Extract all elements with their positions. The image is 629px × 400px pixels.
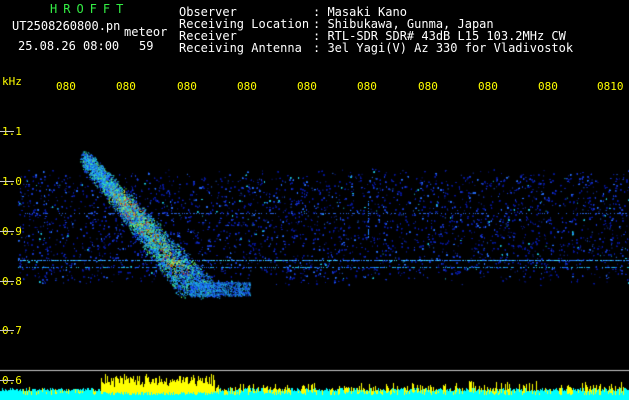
time-label-5: 080 — [297, 80, 317, 93]
time-label-9: 080 — [538, 80, 558, 93]
freq-tick-1-0 — [0, 181, 14, 182]
info-value-antenna: : 3el Yagi(V) Az 330 for Vladivostok — [313, 41, 574, 55]
freq-tick-0-6 — [0, 380, 14, 381]
time-label-1: 080 — [56, 80, 76, 93]
filename-suffix: meteor — [124, 25, 168, 39]
time-label-8: 080 — [478, 80, 498, 93]
freq-label-1-0: 1.0 — [2, 175, 22, 188]
time-label-6: 080 — [357, 80, 377, 93]
time-label-4: 080 — [237, 80, 257, 93]
freq-tick-1-1 — [0, 131, 14, 132]
freq-label-0-7: 0.7 — [2, 324, 22, 337]
freq-label-0-6: 0.6 — [2, 374, 22, 387]
spectrogram-plot — [0, 95, 629, 400]
brand-title: HROFFT — [50, 2, 130, 16]
freq-tick-0-8 — [0, 281, 14, 282]
freq-label-0-8: 0.8 — [2, 275, 22, 288]
time-label-10: 0810 — [597, 80, 624, 93]
counter: 59 — [139, 39, 154, 53]
time-label-3: 080 — [177, 80, 197, 93]
time-label-7: 080 — [418, 80, 438, 93]
timestamp: 25.08.26 08:00 — [18, 39, 120, 53]
filename: UT2508260800.pn — [12, 19, 121, 33]
time-label-2: 080 — [116, 80, 136, 93]
info-label-antenna: Receiving Antenna — [179, 41, 302, 55]
freq-label-1-1: 1.1 — [2, 125, 22, 138]
freq-label-0-9: 0.9 — [2, 225, 22, 238]
freq-tick-0-9 — [0, 231, 14, 232]
freq-tick-0-7 — [0, 330, 14, 331]
freq-unit-label: kHz — [2, 75, 22, 88]
